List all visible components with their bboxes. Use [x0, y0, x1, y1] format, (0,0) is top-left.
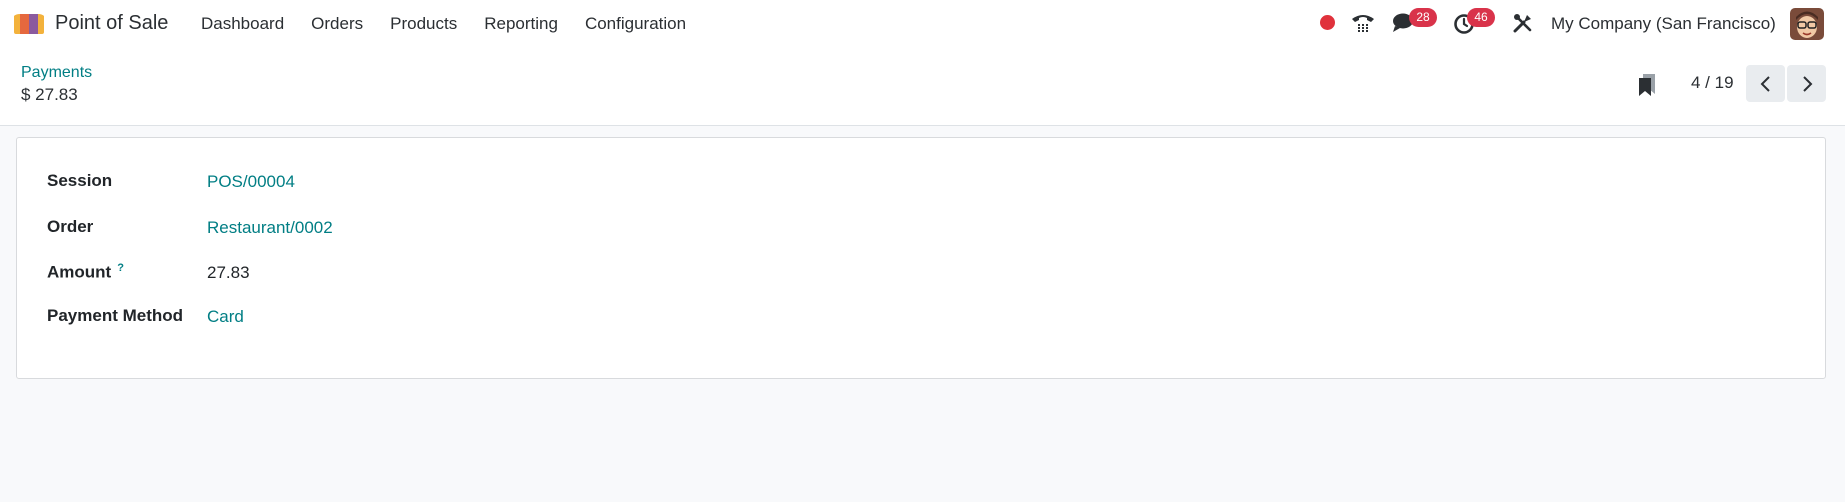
- bookmark-icon[interactable]: [1636, 72, 1658, 98]
- activities-badge: 46: [1467, 8, 1495, 27]
- tools-icon[interactable]: [1512, 12, 1534, 34]
- menu-products[interactable]: Products: [390, 14, 457, 34]
- record-title: $ 27.83: [21, 85, 78, 104]
- menu-reporting[interactable]: Reporting: [484, 14, 558, 34]
- amount-help-tooltip[interactable]: ?: [117, 262, 124, 274]
- amount-label-text: Amount: [47, 262, 112, 282]
- pager-previous-button[interactable]: [1746, 65, 1785, 102]
- avatar[interactable]: [1790, 8, 1824, 40]
- order-value[interactable]: Restaurant/0002: [207, 218, 333, 238]
- breadcrumb-payments[interactable]: Payments: [21, 64, 92, 82]
- session-label: Session: [47, 171, 113, 190]
- app-logo-icon[interactable]: [12, 12, 46, 36]
- order-label: Order: [47, 217, 94, 236]
- phone-icon[interactable]: [1350, 11, 1376, 35]
- amount-value: 27.83: [207, 263, 250, 282]
- company-switcher[interactable]: My Company (San Francisco): [1551, 14, 1776, 34]
- menu-orders[interactable]: Orders: [311, 14, 363, 34]
- recording-dot-icon[interactable]: [1320, 15, 1335, 30]
- form-sheet: Session POS/00004 Order Restaurant/0002 …: [16, 137, 1826, 379]
- pager-value[interactable]: 4 / 19: [1691, 73, 1734, 93]
- app-name[interactable]: Point of Sale: [55, 12, 168, 35]
- payment-method-label: Payment Method: [47, 306, 184, 325]
- amount-label: Amount?: [47, 262, 124, 283]
- session-value[interactable]: POS/00004: [207, 172, 295, 192]
- pager-next-button[interactable]: [1787, 65, 1826, 102]
- payment-method-value[interactable]: Card: [207, 307, 244, 327]
- chevron-left-icon: [1760, 75, 1770, 92]
- menu-dashboard[interactable]: Dashboard: [201, 14, 284, 34]
- top-navbar: Point of Sale Dashboard Orders Products …: [0, 0, 1845, 48]
- chevron-right-icon: [1802, 75, 1812, 92]
- menu-configuration[interactable]: Configuration: [585, 14, 686, 34]
- messages-badge: 28: [1409, 8, 1437, 27]
- main-menu: Dashboard Orders Products Reporting Conf…: [201, 14, 713, 34]
- control-panel: Payments $ 27.83 4 / 19: [0, 48, 1845, 126]
